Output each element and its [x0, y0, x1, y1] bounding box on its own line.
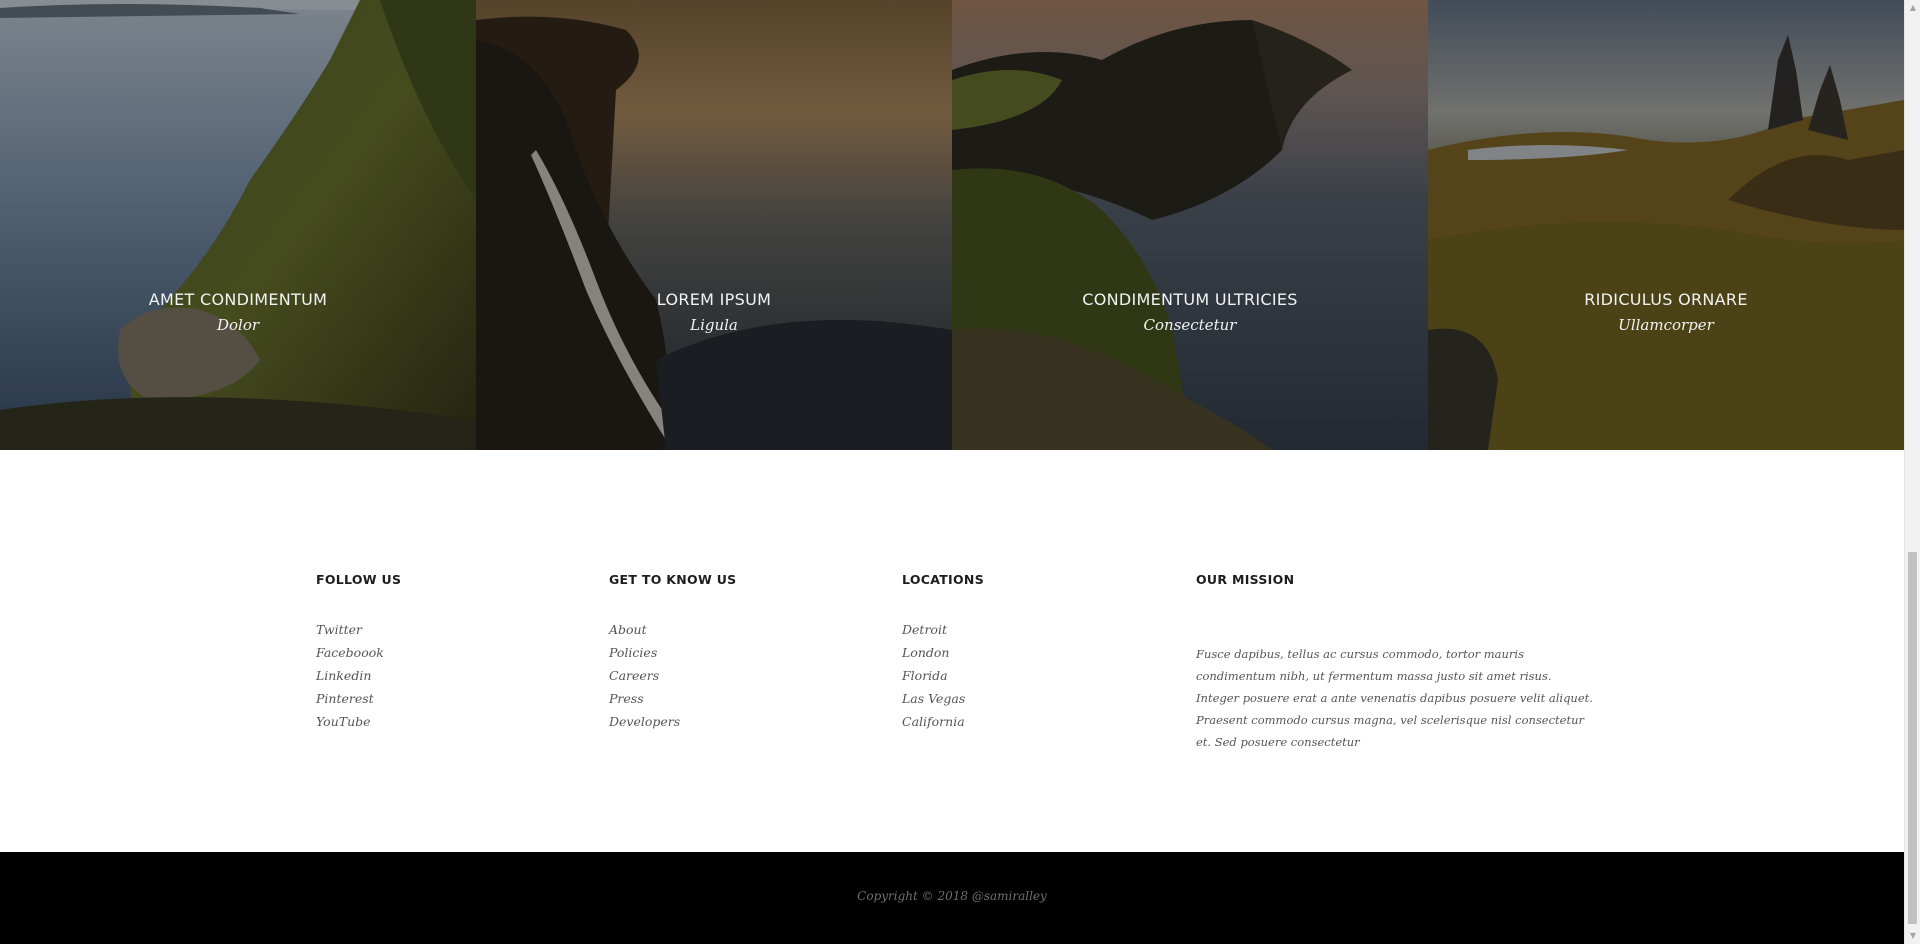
- footer-link-youtube[interactable]: YouTube: [316, 714, 371, 729]
- footer-link-policies[interactable]: Policies: [609, 645, 657, 660]
- list-item: Developers: [609, 710, 736, 733]
- footer-link-developers[interactable]: Developers: [609, 714, 680, 729]
- copyright-bar: Copyright © 2018 @samiralley: [0, 852, 1904, 944]
- column-heading: OUR MISSION: [1196, 572, 1295, 587]
- image-overlay: [0, 0, 476, 450]
- column-heading: FOLLOW US: [316, 572, 402, 587]
- tile-subtitle: Ullamcorper: [1618, 316, 1714, 334]
- copyright-text: Copyright © 2018 @samiralley: [857, 889, 1047, 903]
- column-heading: GET TO KNOW US: [609, 572, 737, 587]
- footer-link-las-vegas[interactable]: Las Vegas: [902, 691, 965, 706]
- column-heading: LOCATIONS: [902, 572, 984, 587]
- tile-caption: RIDICULUS ORNARE Ullamcorper: [1428, 290, 1904, 336]
- list-item: Careers: [609, 664, 736, 687]
- tile-caption: AMET CONDIMENTUM Dolor: [0, 290, 476, 336]
- tile-title: RIDICULUS ORNARE: [1584, 290, 1748, 309]
- list-item: London: [902, 641, 984, 664]
- footer-link-facebook[interactable]: Faceboook: [316, 645, 384, 660]
- vertical-scrollbar[interactable]: ▲ ▼: [1904, 0, 1920, 944]
- tile-caption: CONDIMENTUM ULTRICIES Consectetur: [952, 290, 1428, 336]
- image-gallery: AMET CONDIMENTUM Dolor LOREM IPSUM Ligul…: [0, 0, 1904, 450]
- gallery-tile-1[interactable]: AMET CONDIMENTUM Dolor: [0, 0, 476, 450]
- scroll-up-arrow-icon[interactable]: ▲: [1905, 0, 1920, 16]
- footer-link-detroit[interactable]: Detroit: [902, 622, 947, 637]
- footer-link-list: About Policies Careers Press Developers: [609, 618, 736, 733]
- footer-link-press[interactable]: Press: [609, 691, 644, 706]
- list-item: Faceboook: [316, 641, 401, 664]
- footer-link-about[interactable]: About: [609, 622, 647, 637]
- tile-caption: LOREM IPSUM Ligula: [476, 290, 952, 336]
- tile-subtitle: Ligula: [690, 316, 738, 334]
- footer-link-list: Detroit London Florida Las Vegas Califor…: [902, 618, 984, 733]
- tile-subtitle: Dolor: [216, 316, 260, 334]
- image-overlay: [952, 0, 1428, 450]
- footer-column-locations: LOCATIONS Detroit London Florida Las Veg…: [902, 572, 984, 733]
- image-overlay: [1428, 0, 1904, 450]
- footer-link-florida[interactable]: Florida: [902, 668, 948, 683]
- scrollbar-thumb[interactable]: [1908, 552, 1917, 924]
- list-item: About: [609, 618, 736, 641]
- image-overlay: [476, 0, 952, 450]
- scroll-down-arrow-icon[interactable]: ▼: [1905, 928, 1920, 944]
- page: AMET CONDIMENTUM Dolor LOREM IPSUM Ligul…: [0, 0, 1904, 944]
- footer-link-list: Twitter Faceboook Linkedin Pinterest You…: [316, 618, 401, 733]
- list-item: Twitter: [316, 618, 401, 641]
- footer-link-california[interactable]: California: [902, 714, 965, 729]
- footer-column-mission: OUR MISSION Fusce dapibus, tellus ac cur…: [1196, 572, 1596, 753]
- list-item: Pinterest: [316, 687, 401, 710]
- tile-title: CONDIMENTUM ULTRICIES: [1082, 290, 1298, 309]
- list-item: Detroit: [902, 618, 984, 641]
- tile-title: AMET CONDIMENTUM: [148, 290, 328, 309]
- gallery-tile-4[interactable]: RIDICULUS ORNARE Ullamcorper: [1428, 0, 1904, 450]
- list-item: Press: [609, 687, 736, 710]
- gallery-tile-3[interactable]: CONDIMENTUM ULTRICIES Consectetur: [952, 0, 1428, 450]
- list-item: Florida: [902, 664, 984, 687]
- footer-link-linkedin[interactable]: Linkedin: [316, 668, 371, 683]
- list-item: Policies: [609, 641, 736, 664]
- list-item: California: [902, 710, 984, 733]
- mission-text: Fusce dapibus, tellus ac cursus commodo,…: [1196, 647, 1593, 749]
- footer-link-london[interactable]: London: [902, 645, 949, 660]
- footer-link-careers[interactable]: Careers: [609, 668, 659, 683]
- tile-title: LOREM IPSUM: [656, 290, 772, 309]
- list-item: Linkedin: [316, 664, 401, 687]
- site-footer: FOLLOW US Twitter Faceboook Linkedin Pin…: [0, 450, 1904, 852]
- footer-column-follow: FOLLOW US Twitter Faceboook Linkedin Pin…: [316, 572, 401, 733]
- list-item: YouTube: [316, 710, 401, 733]
- list-item: Las Vegas: [902, 687, 984, 710]
- gallery-tile-2[interactable]: LOREM IPSUM Ligula: [476, 0, 952, 450]
- footer-link-twitter[interactable]: Twitter: [316, 622, 362, 637]
- footer-link-pinterest[interactable]: Pinterest: [316, 691, 374, 706]
- footer-column-know: GET TO KNOW US About Policies Careers Pr…: [609, 572, 736, 733]
- tile-subtitle: Consectetur: [1143, 316, 1237, 334]
